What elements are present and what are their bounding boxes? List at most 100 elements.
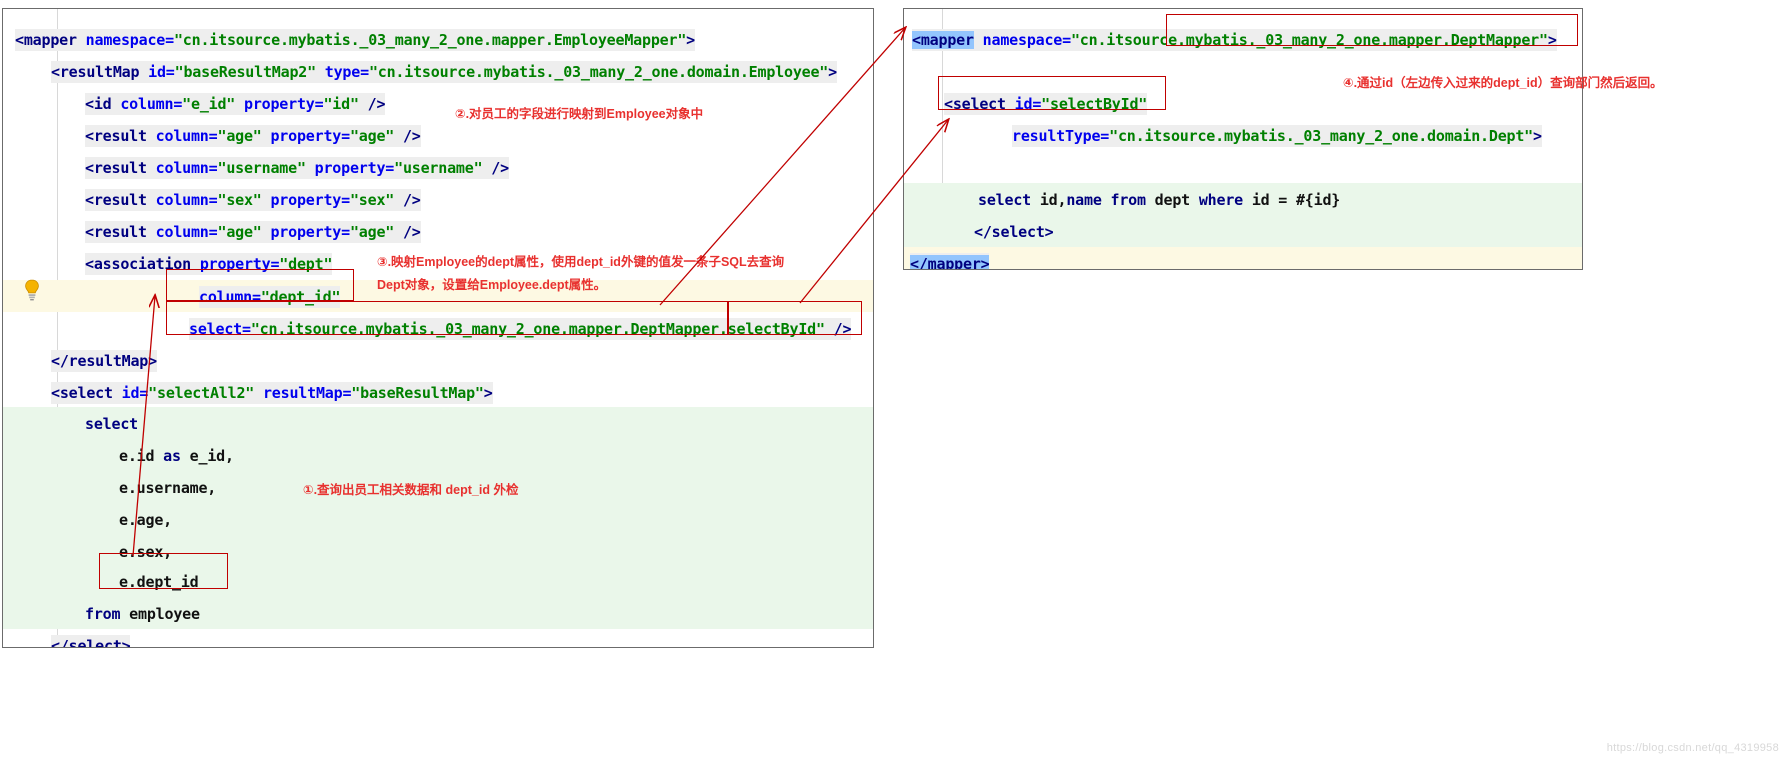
code-token: type=: [315, 63, 369, 81]
code-line[interactable]: <resultMap id="baseResultMap2" type="cn.…: [51, 61, 837, 83]
code-token: e.age,: [119, 511, 172, 529]
code-token-highlighted: <mapper: [912, 31, 974, 49]
code-token: "age": [349, 127, 395, 145]
code-token: "username": [394, 159, 483, 177]
code-token: </select>: [974, 223, 1054, 241]
code-token: property=: [261, 223, 350, 241]
code-line[interactable]: </resultMap>: [51, 350, 157, 372]
code-token: />: [394, 127, 421, 145]
code-token: "id": [323, 95, 359, 113]
code-token: property=: [261, 191, 350, 209]
code-line[interactable]: </select>: [974, 221, 1054, 243]
code-token: e.username,: [119, 479, 217, 497]
annotation-text: ①.查询出员工相关数据和 dept_id 外检: [303, 483, 519, 497]
code-line[interactable]: from employee: [85, 603, 200, 625]
code-token: "age": [217, 223, 262, 241]
code-token: column=: [155, 127, 218, 145]
code-token: namespace=: [973, 31, 1072, 49]
code-token: >: [483, 384, 493, 402]
code-token: column=: [155, 159, 218, 177]
code-line[interactable]: <result column="age" property="age" />: [85, 221, 421, 243]
code-token: "baseResultMap": [351, 384, 484, 402]
code-token: property=: [261, 127, 350, 145]
code-token: <select: [51, 384, 122, 402]
code-token: "cn.itsource.mybatis._03_many_2_one.mapp…: [173, 31, 687, 49]
code-token: from: [1110, 191, 1147, 209]
code-token: <result: [85, 223, 156, 241]
code-token: column=: [155, 191, 218, 209]
code-line[interactable]: <select id="selectAll2" resultMap="baseR…: [51, 382, 493, 404]
code-token: "cn.itsource.mybatis._03_many_2_one.doma…: [1109, 127, 1534, 145]
box-select-by-id: [938, 76, 1166, 110]
box-e-dept-id: [99, 553, 228, 589]
code-token: />: [394, 191, 421, 209]
box-column-dept-id: [166, 269, 354, 301]
code-token: id,: [1031, 191, 1067, 209]
code-line[interactable]: <mapper namespace="cn.itsource.mybatis._…: [15, 29, 695, 51]
code-token: id=: [121, 384, 149, 402]
code-line[interactable]: </mapper>: [910, 253, 990, 269]
code-token: column=: [155, 223, 218, 241]
code-line[interactable]: <result column="age" property="age" />: [85, 125, 421, 147]
watermark: https://blog.csdn.net/qq_4319958: [1606, 742, 1779, 754]
code-line[interactable]: resultType="cn.itsource.mybatis._03_many…: [1012, 125, 1542, 147]
dept-mapper-editor-panel[interactable]: <mapper namespace= "cn.itsource.mybatis._…: [903, 8, 1583, 270]
code-token: "e_id": [182, 95, 236, 113]
annotation-text: ③.映射Employee的dept属性，使用dept_id外键的值发一条子SQL…: [377, 255, 785, 269]
code-token: <resultMap: [51, 63, 149, 81]
code-token: <result: [85, 159, 156, 177]
code-token: "sex": [217, 191, 262, 209]
code-token: "age": [217, 127, 262, 145]
code-token: "baseResultMap2": [174, 63, 316, 81]
code-token: namespace=: [85, 31, 175, 49]
code-token: select: [85, 415, 138, 433]
code-token: "username": [217, 159, 306, 177]
code-line[interactable]: <id column="e_id" property="id" />: [85, 93, 385, 115]
code-token: property=: [235, 95, 324, 113]
code-line[interactable]: select: [85, 413, 138, 435]
code-token: </resultMap>: [51, 352, 157, 370]
code-token: dept: [1145, 191, 1199, 209]
code-token: "cn.itsource.mybatis._03_many_2_one.doma…: [368, 63, 829, 81]
code-line[interactable]: e.username,: [119, 477, 216, 499]
code-token: e.id: [119, 447, 164, 465]
annotation-text: Dept对象，设置给Employee.dept属性。: [377, 278, 607, 292]
code-token: />: [358, 95, 386, 113]
code-token: "age": [349, 223, 395, 241]
code-token: employee: [120, 605, 200, 623]
code-token: resultType=: [1012, 127, 1110, 145]
code-token: as: [163, 447, 181, 465]
code-token-highlighted: </mapper>: [910, 255, 990, 269]
box-namespace-value: [1166, 14, 1578, 46]
code-line[interactable]: </select>: [51, 635, 131, 648]
code-token: name: [1066, 191, 1102, 209]
editor-row-highlight: [904, 247, 1582, 269]
code-token: >: [828, 63, 837, 81]
code-token: property=: [305, 159, 395, 177]
code-token: "selectAll2": [148, 384, 255, 402]
code-token: e_id,: [180, 447, 234, 465]
code-token: />: [394, 223, 421, 241]
code-token: "sex": [349, 191, 395, 209]
code-line[interactable]: select id,name from dept where id = #{id…: [978, 189, 1340, 211]
code-line[interactable]: e.age,: [119, 509, 172, 531]
code-token: id=: [148, 63, 175, 81]
code-token: select: [978, 191, 1031, 209]
code-token: <id: [85, 95, 121, 113]
code-token: <mapper: [15, 31, 86, 49]
code-token: >: [1533, 127, 1542, 145]
code-token: />: [482, 159, 509, 177]
code-token: from: [85, 605, 121, 623]
code-token: id = #{id}: [1242, 191, 1341, 209]
code-line[interactable]: <result column="username" property="user…: [85, 157, 509, 179]
code-line[interactable]: <result column="sex" property="sex" />: [85, 189, 421, 211]
annotation-text: ④.通过id（左边传入过来的dept_id）查询部门然后返回。: [1343, 76, 1663, 90]
code-token: >: [686, 31, 695, 49]
code-token: resultMap=: [254, 384, 352, 402]
code-token: </select>: [51, 637, 131, 648]
box-select-attr: [166, 301, 728, 335]
code-line[interactable]: e.id as e_id,: [119, 445, 234, 467]
annotation-text: ②.对员工的字段进行映射到Employee对象中: [455, 107, 704, 121]
lightbulb-icon[interactable]: [23, 279, 41, 301]
